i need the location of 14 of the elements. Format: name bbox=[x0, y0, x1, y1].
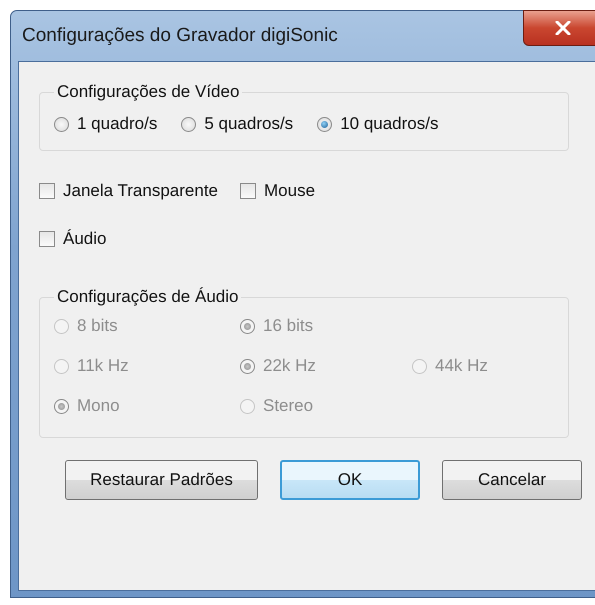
radio-option[interactable]: 1 quadro/s bbox=[54, 114, 158, 134]
group-title: Configurações de Vídeo bbox=[56, 82, 240, 102]
group-title: Configurações de Áudio bbox=[56, 287, 240, 307]
close-icon bbox=[555, 21, 571, 35]
dialog-button[interactable]: Cancelar bbox=[442, 460, 582, 500]
checkbox-option[interactable]: Janela Transparente bbox=[39, 181, 218, 201]
close-button[interactable] bbox=[523, 10, 595, 46]
radio-option[interactable]: 10 quadros/s bbox=[317, 114, 438, 134]
dialog-button[interactable]: OK bbox=[280, 460, 420, 500]
radio-option[interactable]: 5 quadros/s bbox=[181, 114, 294, 134]
checkbox-option[interactable]: Mouse bbox=[240, 181, 316, 201]
checkbox-option[interactable]: Áudio bbox=[39, 229, 106, 249]
window-title: Configurações do Gravador digiSonic bbox=[21, 25, 338, 47]
dialog-button[interactable]: Restaurar Padrões bbox=[65, 460, 258, 500]
